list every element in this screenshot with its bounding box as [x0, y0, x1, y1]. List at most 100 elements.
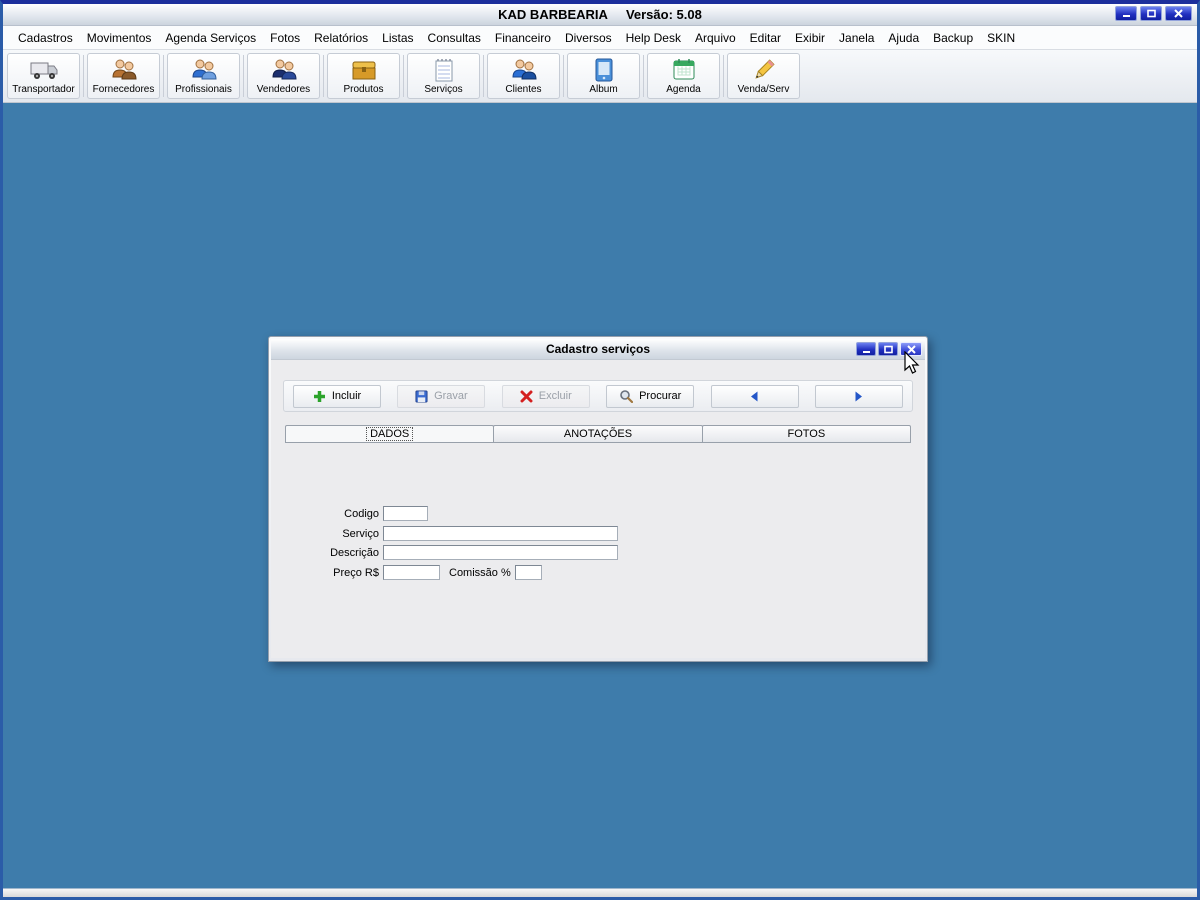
toolbar-label: Produtos — [343, 84, 384, 95]
descricao-label: Descrição — [330, 546, 379, 559]
menu-editar[interactable]: Editar — [743, 28, 788, 48]
cadastro-servicos-dialog: Cadastro serviços Incluir Gravar Excluir… — [268, 336, 928, 662]
menu-financeiro[interactable]: Financeiro — [488, 28, 558, 48]
maximize-icon — [883, 345, 893, 353]
menu-cadastros[interactable]: Cadastros — [11, 28, 80, 48]
close-button[interactable] — [1165, 6, 1192, 21]
dialog-window-controls — [856, 342, 922, 356]
menu-backup[interactable]: Backup — [926, 28, 980, 48]
notepad-icon — [435, 59, 452, 82]
album-icon — [595, 58, 612, 82]
menu-fotos[interactable]: Fotos — [263, 28, 307, 48]
tab-fotos-label: FOTOS — [787, 428, 826, 440]
toolbar-button-produtos[interactable]: Produtos — [327, 53, 400, 99]
excluir-button[interactable]: Excluir — [501, 384, 590, 408]
menu-skin[interactable]: SKIN — [980, 28, 1022, 48]
dados-form: Codigo Serviço Descrição Preço R$ Comiss… — [271, 506, 925, 585]
menu-consultas[interactable]: Consultas — [421, 28, 488, 48]
descricao-row: Descrição — [271, 545, 925, 560]
dialog-title: Cadastro serviços — [545, 342, 651, 356]
menu-arquivo[interactable]: Arquivo — [688, 28, 743, 48]
toolbar-button-fornecedores[interactable]: Fornecedores — [87, 53, 160, 99]
toolbar-button-album[interactable]: Album — [567, 53, 640, 99]
dialog-body: Incluir Gravar Excluir Procurar DADOS AN… — [271, 360, 925, 658]
minimize-icon — [862, 350, 870, 353]
toolbar-separator — [403, 55, 404, 97]
toolbar-button-agenda[interactable]: Agenda — [647, 53, 720, 99]
tab-dados[interactable]: DADOS — [285, 425, 495, 443]
toolbar-button-venda-serv[interactable]: Venda/Serv — [727, 53, 800, 99]
menu-diversos[interactable]: Diversos — [558, 28, 619, 48]
maximize-icon — [1146, 9, 1156, 18]
gravar-button[interactable]: Gravar — [397, 384, 486, 408]
app-title: KAD BARBEARIA — [498, 7, 608, 22]
toolbar-label: Transportador — [12, 84, 75, 95]
dialog-minimize-button[interactable] — [856, 342, 876, 356]
toolbar-separator — [323, 55, 324, 97]
search-icon — [620, 390, 634, 403]
menu-agenda-servicos[interactable]: Agenda Serviços — [158, 28, 263, 48]
sellers-people-icon — [271, 59, 297, 80]
toolbar-label: Serviços — [424, 84, 463, 95]
menu-ajuda[interactable]: Ajuda — [881, 28, 926, 48]
pencil-icon — [754, 59, 775, 79]
preco-input[interactable] — [383, 565, 440, 580]
dialog-titlebar[interactable]: Cadastro serviços — [271, 339, 925, 360]
comissao-input[interactable] — [514, 565, 542, 580]
procurar-label: Procurar — [639, 390, 682, 402]
close-icon — [1174, 9, 1183, 18]
toolbar-separator — [483, 55, 484, 97]
dialog-toolbar: Incluir Gravar Excluir Procurar — [283, 380, 913, 412]
menu-help-desk[interactable]: Help Desk — [619, 28, 688, 48]
tab-anotacoes[interactable]: ANOTAÇÕES — [493, 425, 703, 443]
main-toolbar: Transportador Fornecedores Profissionais — [3, 50, 1197, 103]
toolbar-separator — [243, 55, 244, 97]
menu-janela[interactable]: Janela — [832, 28, 881, 48]
menu-listas[interactable]: Listas — [375, 28, 420, 48]
delete-x-icon — [520, 390, 533, 402]
toolbar-label: Venda/Serv — [737, 84, 790, 95]
procurar-button[interactable]: Procurar — [606, 384, 695, 408]
tab-fotos[interactable]: FOTOS — [701, 425, 911, 443]
previous-record-button[interactable] — [710, 384, 799, 408]
status-bar — [3, 888, 1197, 897]
dialog-maximize-button[interactable] — [878, 342, 898, 356]
toolbar-button-servicos[interactable]: Serviços — [407, 53, 480, 99]
codigo-label: Codigo — [344, 507, 379, 520]
minimize-button[interactable] — [1115, 6, 1137, 21]
menu-bar: Cadastros Movimentos Agenda Serviços Fot… — [3, 26, 1197, 50]
arrow-right-icon — [855, 391, 863, 401]
toolbar-button-transportador[interactable]: Transportador — [7, 53, 80, 99]
comissao-label: Comissão % — [449, 566, 511, 579]
menu-exibir[interactable]: Exibir — [788, 28, 832, 48]
main-window: KAD BARBEARIA Versão: 5.08 Cadastros Mov… — [0, 0, 1200, 900]
servico-input[interactable] — [383, 526, 618, 541]
preco-row: Preço R$ Comissão % — [271, 565, 925, 580]
preco-label: Preço R$ — [333, 566, 379, 579]
dialog-tabs: DADOS ANOTAÇÕES FOTOS — [285, 425, 911, 443]
truck-icon — [30, 62, 57, 79]
toolbar-button-profissionais[interactable]: Profissionais — [167, 53, 240, 99]
gravar-label: Gravar — [434, 390, 468, 402]
descricao-input[interactable] — [383, 545, 618, 560]
next-record-button[interactable] — [814, 384, 903, 408]
toolbar-separator — [643, 55, 644, 97]
toolbar-button-vendedores[interactable]: Vendedores — [247, 53, 320, 99]
dialog-close-button[interactable] — [900, 342, 922, 356]
toolbar-label: Vendedores — [256, 84, 311, 95]
toolbar-label: Agenda — [666, 84, 701, 95]
menu-movimentos[interactable]: Movimentos — [80, 28, 159, 48]
codigo-row: Codigo — [271, 506, 925, 521]
toolbar-label: Profissionais — [175, 84, 232, 95]
maximize-button[interactable] — [1140, 6, 1162, 21]
suppliers-people-icon — [111, 59, 137, 80]
save-floppy-icon — [415, 389, 428, 403]
codigo-input[interactable] — [383, 506, 428, 521]
window-controls — [1115, 6, 1192, 21]
toolbar-button-clientes[interactable]: Clientes — [487, 53, 560, 99]
servico-label: Serviço — [342, 527, 379, 540]
chest-icon — [352, 61, 375, 80]
menu-relatorios[interactable]: Relatórios — [307, 28, 375, 48]
main-titlebar[interactable]: KAD BARBEARIA Versão: 5.08 — [3, 4, 1197, 26]
incluir-button[interactable]: Incluir — [293, 384, 381, 408]
